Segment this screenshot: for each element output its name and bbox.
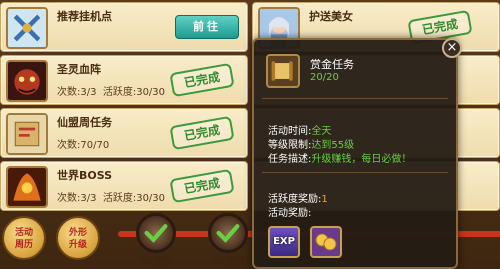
milestone-chest-60[interactable] bbox=[208, 213, 248, 253]
completed-stamp: 已完成 bbox=[169, 168, 235, 204]
demon-face-icon bbox=[6, 60, 48, 102]
activity-reward-row: 活跃度奖励:1 bbox=[268, 194, 328, 205]
checkmark-icon bbox=[144, 224, 168, 243]
divider bbox=[262, 172, 448, 173]
crossed-swords-icon bbox=[6, 7, 48, 49]
completed-stamp: 已完成 bbox=[169, 62, 235, 98]
activity-card-blood-array[interactable]: 圣灵血阵 次数:3/3 活跃度:30/30 已完成 bbox=[0, 55, 248, 105]
activity-calendar-button[interactable]: 活动 周历 bbox=[2, 216, 46, 260]
card-title: 推荐挂机点 bbox=[57, 10, 112, 23]
milestone-chest-30[interactable] bbox=[136, 213, 176, 253]
goto-button[interactable]: 前往 bbox=[175, 15, 239, 39]
completed-stamp: 已完成 bbox=[169, 115, 235, 151]
activity-card-alliance-weekly[interactable]: 仙盟周任务 次数:70/70 已完成 bbox=[0, 108, 248, 158]
milestone-label: 60活跃 bbox=[212, 257, 245, 268]
card-stats: 次数:3/3 活跃度:30/30 bbox=[57, 193, 166, 204]
milestone-label: 30活跃 bbox=[140, 257, 173, 268]
level-row: 等级限制:达到55级 bbox=[268, 140, 355, 151]
activity-screen: 推荐挂机点 前往 圣灵血阵 次数:3/3 活跃度:30/30 已完成 仙盟周任务… bbox=[0, 0, 500, 269]
task-detail-popup: 赏金任务 20/20 活动时间:全天 等级限制:达到55级 任务描述:升级赚钱，… bbox=[252, 38, 458, 269]
scroll-map-icon bbox=[6, 113, 48, 155]
task-title: 赏金任务 bbox=[310, 58, 354, 71]
card-title: 世界BOSS bbox=[57, 169, 113, 182]
card-stats: 次数:70/70 bbox=[57, 140, 110, 151]
divider bbox=[262, 98, 448, 99]
checkmark-icon bbox=[216, 224, 240, 243]
card-title: 护送美女 bbox=[309, 10, 353, 23]
activity-card-world-boss[interactable]: 世界BOSS 次数:3/3 活跃度:30/30 已完成 bbox=[0, 161, 248, 211]
time-row: 活动时间:全天 bbox=[268, 126, 332, 137]
card-title: 圣灵血阵 bbox=[57, 63, 101, 76]
card-stats: 次数:3/3 活跃度:30/30 bbox=[57, 87, 166, 98]
task-progress: 20/20 bbox=[310, 72, 339, 83]
card-title: 仙盟周任务 bbox=[57, 116, 112, 129]
scroll-icon bbox=[266, 54, 300, 88]
desc-row: 任务描述:升级赚钱，每日必做！ bbox=[268, 154, 412, 165]
close-icon[interactable]: × bbox=[442, 38, 462, 58]
coins-icon[interactable] bbox=[310, 226, 342, 258]
exp-icon[interactable]: EXP bbox=[268, 226, 300, 258]
appearance-upgrade-button[interactable]: 外形 升级 bbox=[56, 216, 100, 260]
activity-card-recommend[interactable]: 推荐挂机点 前往 bbox=[0, 2, 248, 52]
fire-beast-icon bbox=[6, 166, 48, 208]
rewards-label: 活动奖励: bbox=[268, 208, 312, 219]
